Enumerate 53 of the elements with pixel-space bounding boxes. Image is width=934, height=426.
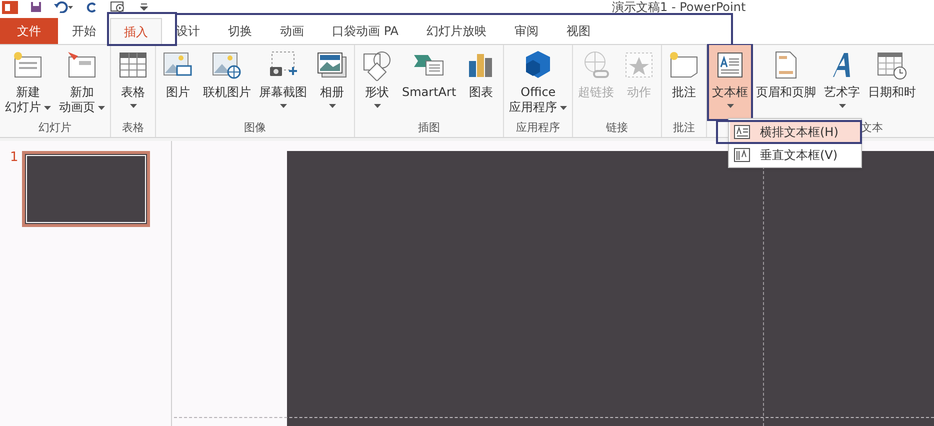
ribbon-button[interactable]: 联机图片	[200, 45, 254, 119]
dropdown-caret-icon	[98, 106, 105, 110]
ribbon-button[interactable]: 新加 动画页	[56, 45, 108, 119]
dropdown-caret-icon	[280, 104, 286, 108]
ribbon-button[interactable]: SmartArt	[399, 45, 460, 119]
dropdown-caret-icon	[726, 104, 734, 108]
group-label: 插图	[418, 120, 440, 136]
group-label: 链接	[606, 120, 628, 136]
slide-number: 1	[10, 151, 18, 165]
undo-icon[interactable]	[54, 1, 74, 13]
ribbon-button[interactable]: Office 应用程序	[506, 45, 570, 119]
group-label: 批注	[673, 120, 696, 136]
ribbon-tab[interactable]: 幻灯片放映	[412, 18, 500, 44]
dropdown-caret-icon	[44, 106, 51, 110]
customize-caret-icon[interactable]	[140, 3, 148, 11]
dropdown-caret-icon	[130, 104, 136, 108]
ribbon-tab[interactable]: 插入	[110, 18, 162, 44]
dropdown-caret-icon	[838, 104, 846, 108]
ribbon-tab[interactable]: 动画	[266, 18, 318, 44]
redo-icon[interactable]	[86, 1, 98, 13]
window-title: 演示文稿1 - PowerPoint	[612, 0, 746, 16]
highlight-frame	[107, 12, 177, 46]
dropdown-caret-icon	[560, 106, 568, 110]
ribbon-button[interactable]: 新建 幻灯片	[2, 45, 54, 119]
group-label: 表格	[122, 120, 144, 136]
ribbon-button[interactable]: 表格	[113, 45, 153, 119]
ribbon-tab[interactable]: 切换	[214, 18, 266, 44]
horizontal-text-icon	[734, 124, 750, 138]
menu-item[interactable]: 垂直文本框(V)	[730, 143, 860, 166]
dropdown-caret-icon	[328, 104, 336, 108]
save-icon[interactable]	[30, 1, 42, 13]
ribbon-tab[interactable]: 审阅	[500, 18, 552, 44]
ribbon-button[interactable]: 相册	[312, 45, 352, 119]
group-label: 文本	[861, 120, 884, 136]
ribbon-button[interactable]: 艺术字	[821, 45, 864, 119]
ribbon-button[interactable]: 日期和时	[865, 45, 920, 119]
ribbon-button[interactable]: 形状	[357, 45, 397, 119]
ribbon-tab[interactable]: 口袋动画 PA	[318, 18, 412, 44]
ribbon-button[interactable]: 图表	[461, 45, 502, 119]
slide-thumbnail[interactable]	[22, 151, 150, 227]
ribbon-button[interactable]: 文本框	[709, 45, 752, 119]
ribbon-tab[interactable]: 视图	[552, 18, 604, 44]
file-tab[interactable]: 文件	[0, 18, 58, 44]
ribbon-button[interactable]: 批注	[664, 45, 704, 119]
ribbon-button[interactable]: 图片	[158, 45, 198, 119]
group-label: 图像	[244, 120, 266, 136]
vertical-text-icon	[734, 148, 750, 162]
ribbon-tab[interactable]: 开始	[58, 18, 110, 44]
ribbon-tab[interactable]: 设计	[162, 18, 214, 44]
dropdown-caret-icon	[374, 104, 380, 108]
ribbon-button[interactable]: 屏幕截图	[256, 45, 310, 119]
group-label: 幻灯片	[38, 120, 72, 136]
group-label: 应用程序	[516, 120, 560, 136]
